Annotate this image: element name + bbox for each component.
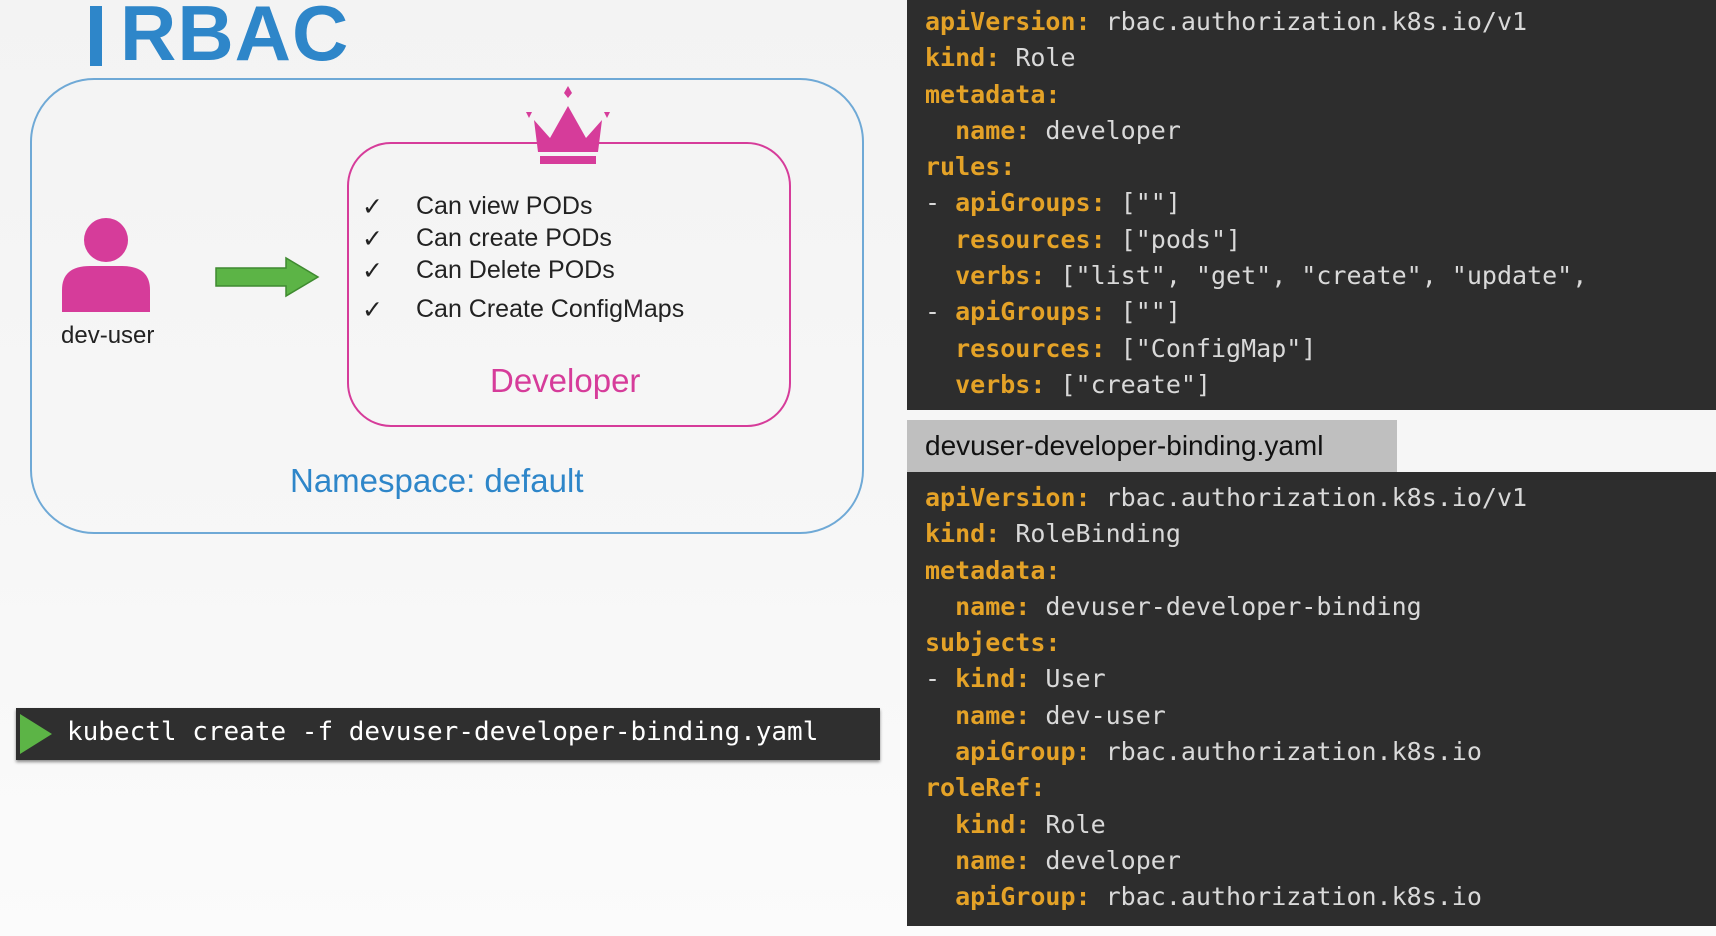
permission-item: ✓ Can Create ConfigMaps (362, 295, 684, 325)
yaml-value: User (1030, 664, 1106, 694)
yaml-value: dev-user (1030, 700, 1166, 730)
yaml-value: ["pods"] (1105, 224, 1242, 254)
yaml-value: Role (1030, 809, 1106, 839)
yaml-key: kind: (925, 519, 1001, 549)
yaml-key: apiGroup: (925, 882, 1091, 912)
check-icon: ✓ (362, 225, 383, 253)
check-icon: ✓ (362, 193, 383, 221)
title-accent-bar (90, 6, 102, 66)
role-name: Developer (490, 362, 641, 399)
code-line: kind: RoleBinding (925, 516, 1527, 552)
permission-label: Can Create ConfigMaps (416, 295, 685, 323)
code-line: resources: ["pods"] (925, 222, 1587, 258)
permission-label: Can Delete PODs (416, 256, 615, 284)
yaml-key: kind: (955, 664, 1031, 694)
code-line: apiGroup: rbac.authorization.k8s.io (925, 734, 1527, 770)
yaml-key: resources: (925, 224, 1106, 254)
code-line: name: devuser-developer-binding (925, 589, 1527, 625)
user-icon (62, 218, 150, 312)
code-line: name: dev-user (925, 698, 1527, 734)
code-line: metadata: (925, 553, 1527, 589)
yaml-key: apiGroups: (955, 297, 1106, 327)
yaml-key: resources: (925, 333, 1106, 363)
role-yaml-panel: apiVersion: rbac.authorization.k8s.io/v1… (907, 0, 1716, 410)
role-yaml-code: apiVersion: rbac.authorization.k8s.io/v1… (925, 4, 1587, 403)
binding-file-tab[interactable]: devuser-developer-binding.yaml (907, 420, 1397, 472)
code-line: apiVersion: rbac.authorization.k8s.io/v1 (925, 480, 1527, 516)
crown-icon (526, 86, 610, 164)
permission-item: ✓ Can Delete PODs (362, 256, 615, 286)
yaml-value: rbac.authorization.k8s.io (1090, 882, 1482, 912)
yaml-key: verbs: (925, 261, 1046, 291)
command-text: kubectl create -f devuser-developer-bind… (67, 717, 819, 747)
yaml-key: apiGroups: (955, 188, 1106, 218)
code-line: rules: (925, 149, 1587, 185)
code-line: - kind: User (925, 661, 1527, 697)
yaml-value: Role (1000, 43, 1076, 73)
yaml-key: kind: (925, 809, 1031, 839)
namespace-label: Namespace: default (290, 462, 584, 499)
code-line: apiVersion: rbac.authorization.k8s.io/v1 (925, 4, 1587, 40)
yaml-key: metadata: (925, 79, 1061, 109)
yaml-value: - (925, 188, 956, 218)
yaml-key: apiGroup: (925, 737, 1091, 767)
yaml-value: rbac.authorization.k8s.io/v1 (1090, 7, 1528, 36)
yaml-value: devuser-developer-binding (1030, 591, 1422, 621)
arrow-right-icon (215, 256, 320, 298)
yaml-key: subjects: (925, 628, 1061, 658)
binding-yaml-panel: apiVersion: rbac.authorization.k8s.io/v1… (907, 472, 1716, 926)
yaml-value: [""] (1105, 297, 1181, 327)
yaml-value: - (925, 297, 956, 327)
yaml-key: name: (925, 115, 1031, 145)
binding-yaml-code: apiVersion: rbac.authorization.k8s.io/v1… (925, 480, 1527, 916)
code-line: name: developer (925, 113, 1587, 149)
yaml-value: developer (1030, 115, 1181, 145)
yaml-value: rbac.authorization.k8s.io/v1 (1090, 483, 1528, 512)
permission-item: ✓ Can view PODs (362, 192, 592, 222)
play-icon[interactable] (18, 712, 54, 756)
code-line: resources: ["ConfigMap"] (925, 331, 1587, 367)
code-line: metadata: (925, 77, 1587, 113)
page-title: RBAC (120, 0, 350, 77)
check-icon: ✓ (362, 296, 383, 324)
yaml-value: [""] (1105, 188, 1181, 218)
yaml-value: rbac.authorization.k8s.io (1090, 737, 1482, 767)
yaml-value: ["create"] (1045, 369, 1211, 399)
yaml-key: name: (925, 845, 1031, 875)
command-bar: kubectl create -f devuser-developer-bind… (16, 708, 880, 760)
code-line: verbs: ["create"] (925, 367, 1587, 403)
yaml-value: RoleBinding (1000, 519, 1181, 549)
yaml-key: rules: (925, 152, 1016, 182)
yaml-key: verbs: (925, 369, 1046, 399)
code-line: - apiGroups: [""] (925, 185, 1587, 221)
binding-file-tab-label: devuser-developer-binding.yaml (925, 430, 1324, 461)
yaml-value: ["ConfigMap"] (1105, 333, 1317, 363)
code-line: apiGroup: rbac.authorization.k8s.io (925, 879, 1527, 915)
code-line: - apiGroups: [""] (925, 294, 1587, 330)
code-line: subjects: (925, 625, 1527, 661)
code-line: kind: Role (925, 40, 1587, 76)
permission-label: Can create PODs (416, 224, 612, 252)
yaml-key: name: (925, 700, 1031, 730)
code-line: kind: Role (925, 807, 1527, 843)
permission-item: ✓ Can create PODs (362, 224, 612, 254)
yaml-key: apiVersion: (925, 483, 1091, 512)
code-line: roleRef: (925, 770, 1527, 806)
code-line: verbs: ["list", "get", "create", "update… (925, 258, 1587, 294)
permission-label: Can view PODs (416, 192, 593, 220)
yaml-value: - (925, 664, 956, 694)
yaml-value: ["list", "get", "create", "update", (1045, 261, 1588, 291)
check-icon: ✓ (362, 257, 383, 285)
yaml-key: metadata: (925, 555, 1061, 585)
yaml-key: roleRef: (925, 773, 1046, 803)
yaml-key: kind: (925, 43, 1001, 73)
yaml-key: apiVersion: (925, 7, 1091, 36)
yaml-value: developer (1030, 845, 1181, 875)
code-line: name: developer (925, 843, 1527, 879)
yaml-key: name: (925, 591, 1031, 621)
user-label: dev-user (61, 322, 155, 349)
